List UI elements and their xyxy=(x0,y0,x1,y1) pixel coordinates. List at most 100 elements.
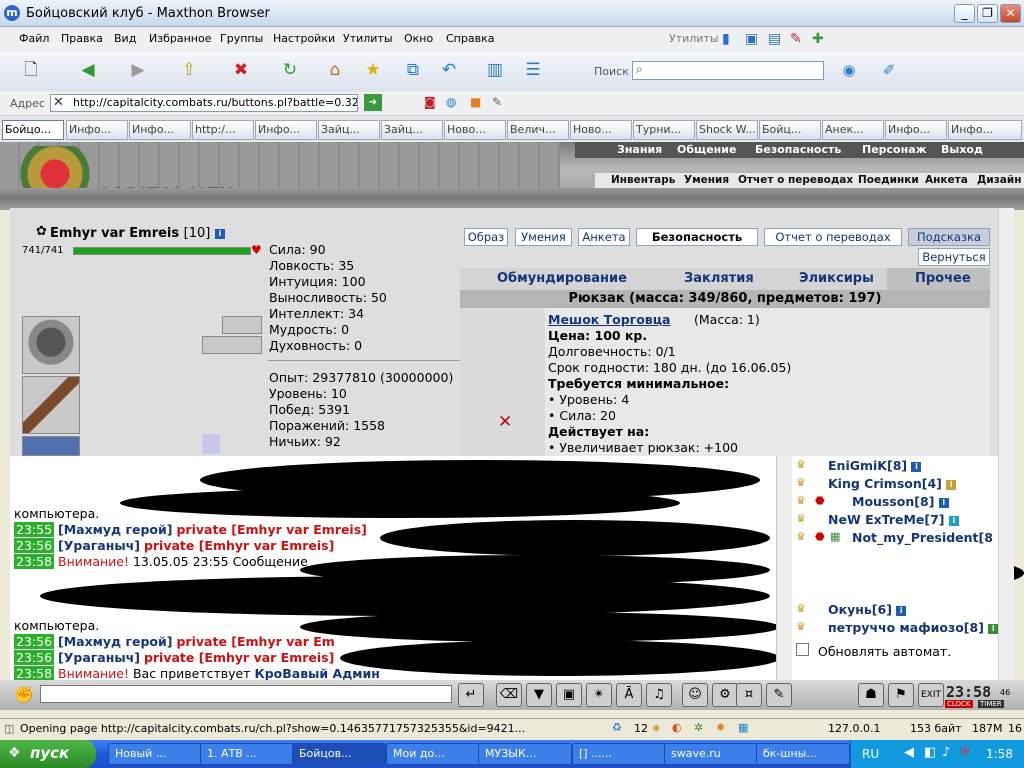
user-name[interactable]: Mousson[8] xyxy=(852,494,934,509)
refresh-icon[interactable]: ↻ xyxy=(277,56,303,84)
user-list-scrollbar[interactable] xyxy=(998,456,1014,680)
security-button[interactable]: Безопасность xyxy=(636,228,758,246)
chat-mode-icon[interactable]: ✊ xyxy=(14,685,34,704)
tab-10[interactable]: Ново... xyxy=(570,120,632,140)
user-item[interactable]: петруччо мафиозо[8] i xyxy=(828,620,999,635)
nav-security[interactable]: Безопасность xyxy=(755,143,841,156)
filter-button[interactable]: ▼ xyxy=(526,683,552,707)
tab-spells[interactable]: Заклятия xyxy=(684,271,754,286)
tab-13[interactable]: Бойц... xyxy=(759,120,821,140)
helmet-slot[interactable] xyxy=(22,316,80,374)
info-icon[interactable]: i xyxy=(214,228,225,239)
tab-6[interactable]: Зайц... xyxy=(318,120,380,140)
small-slot[interactable] xyxy=(202,434,220,454)
task-6[interactable]: [] ...... xyxy=(572,743,666,765)
status-icon-1[interactable]: ◈ xyxy=(652,721,660,734)
search-input[interactable] xyxy=(632,61,824,80)
home-icon[interactable]: ⌂ xyxy=(322,56,348,84)
profile-button[interactable]: Анкета xyxy=(578,228,630,246)
fighter-button[interactable]: ✴ xyxy=(586,683,612,707)
auto-refresh-checkbox[interactable] xyxy=(796,643,809,656)
tab-1[interactable]: Бойцо... xyxy=(2,120,64,140)
user-name[interactable]: Окунь[6] xyxy=(828,602,892,617)
back-icon[interactable]: ◀ xyxy=(75,56,101,84)
undo-icon[interactable]: ↶ xyxy=(436,56,462,84)
task-3[interactable]: Бойцов... xyxy=(292,743,386,765)
chat-private[interactable]: private [Emhyr var Emreis] xyxy=(176,522,366,537)
tab-11[interactable]: Турни... xyxy=(633,120,695,140)
user-item[interactable]: Окунь[6] i xyxy=(828,602,907,617)
tray-shield-icon[interactable]: ⛨ xyxy=(960,745,970,760)
users-button[interactable]: ☗ xyxy=(858,683,884,707)
skills-button[interactable]: Умения xyxy=(515,228,572,246)
window-icon[interactable]: ▣ xyxy=(745,31,758,47)
new-page-icon[interactable]: 🗋 xyxy=(18,56,44,84)
money-button[interactable]: ¤ xyxy=(736,683,762,707)
save-button[interactable]: ▣ xyxy=(556,683,582,707)
drop-item-icon[interactable]: ✕ xyxy=(498,412,512,432)
tab-5[interactable]: Инфо... xyxy=(255,120,317,140)
settings-button[interactable]: ⚙ xyxy=(712,683,738,707)
user-name[interactable]: NeW ExTreMe[7] xyxy=(828,512,945,527)
info-icon[interactable]: i xyxy=(946,479,957,490)
chat-private[interactable]: private [Emhyr var Em xyxy=(176,634,334,649)
armor-slot[interactable] xyxy=(22,436,80,456)
menu-help[interactable]: Справка xyxy=(446,32,494,45)
nav-inventory[interactable]: Инвентарь xyxy=(611,174,675,186)
chat-input[interactable] xyxy=(40,685,452,703)
nav-fights[interactable]: Поединки xyxy=(858,174,919,186)
columns-icon[interactable]: ▥ xyxy=(482,56,508,84)
task-1[interactable]: Новый ... xyxy=(108,743,202,765)
list-icon[interactable]: ☰ xyxy=(520,56,546,84)
weapon-slot[interactable] xyxy=(22,376,80,434)
user-item[interactable]: EniGmiK[8] i xyxy=(828,458,922,473)
user-item[interactable]: Not_my_President[8 xyxy=(852,530,993,545)
chat-scrollbar[interactable] xyxy=(776,456,792,680)
nav-knowledge[interactable]: Знания xyxy=(617,143,662,156)
forward-icon[interactable]: ▶ xyxy=(125,56,151,84)
globe-icon[interactable]: ◉ xyxy=(836,56,862,84)
brush-icon[interactable]: ✎ xyxy=(790,31,802,47)
user-item[interactable]: Mousson[8] i xyxy=(852,494,949,509)
info-icon[interactable]: i xyxy=(911,461,922,472)
menu-window[interactable]: Окно xyxy=(404,32,433,45)
tab-equipment[interactable]: Обмундирование xyxy=(497,271,627,286)
chat-nick[interactable]: [Махмуд герой] xyxy=(58,522,172,537)
transfers-button[interactable]: Отчет о переводах xyxy=(764,228,902,246)
info-icon[interactable]: i xyxy=(896,605,907,616)
tray-sound-icon[interactable]: ♪ xyxy=(942,745,950,760)
tool-icon-1[interactable]: ◙ xyxy=(424,95,436,109)
tool-icon-4[interactable]: ✎ xyxy=(492,95,502,109)
utility-icon[interactable]: ▮ xyxy=(722,31,730,47)
send-button[interactable]: ↵ xyxy=(458,683,484,707)
info-icon[interactable]: i xyxy=(938,497,949,508)
menu-groups[interactable]: Группы xyxy=(220,32,263,45)
status-icon-4[interactable]: ✹ xyxy=(716,721,725,734)
status-icon-3[interactable]: ✲ xyxy=(694,721,703,734)
translit-button[interactable]: Ā xyxy=(616,683,642,707)
chat-nick[interactable]: [Махмуд герой] xyxy=(58,634,172,649)
highlight-icon[interactable]: ✐ xyxy=(876,56,902,84)
language-indicator[interactable]: RU xyxy=(862,747,879,761)
clear-button[interactable]: ⌫ xyxy=(496,683,522,707)
tab-9[interactable]: Велич... xyxy=(507,120,569,140)
admin-name[interactable]: КроВавый Админ xyxy=(255,666,380,681)
tool-icon-3[interactable]: ■ xyxy=(470,95,481,109)
menu-view[interactable]: Вид xyxy=(114,32,136,45)
chat-private[interactable]: private [Emhyr var Emreis] xyxy=(144,650,334,665)
task-4[interactable]: Мои до... xyxy=(386,743,480,765)
tab-elixirs[interactable]: Эликсиры xyxy=(799,271,874,286)
tab-4[interactable]: http:/... xyxy=(192,120,254,140)
smiley-button[interactable]: ☺ xyxy=(682,683,708,707)
item-name[interactable]: Мешок Торговца xyxy=(548,312,670,327)
address-input[interactable]: http://capitalcity.combats.ru/buttons.pl… xyxy=(50,94,358,112)
stop-icon[interactable]: ✖ xyxy=(228,56,254,84)
ring-slot-1[interactable] xyxy=(222,316,262,334)
screen-icon[interactable]: ▤ xyxy=(768,31,781,47)
user-name[interactable]: EniGmiK[8] xyxy=(828,458,907,473)
nav-skills[interactable]: Умения xyxy=(684,174,729,186)
info-icon[interactable]: i xyxy=(948,515,959,526)
nav-communication[interactable]: Общение xyxy=(677,143,736,156)
up-icon[interactable]: ⇧ xyxy=(176,56,202,84)
favorites-star-icon[interactable]: ★ xyxy=(360,56,386,84)
